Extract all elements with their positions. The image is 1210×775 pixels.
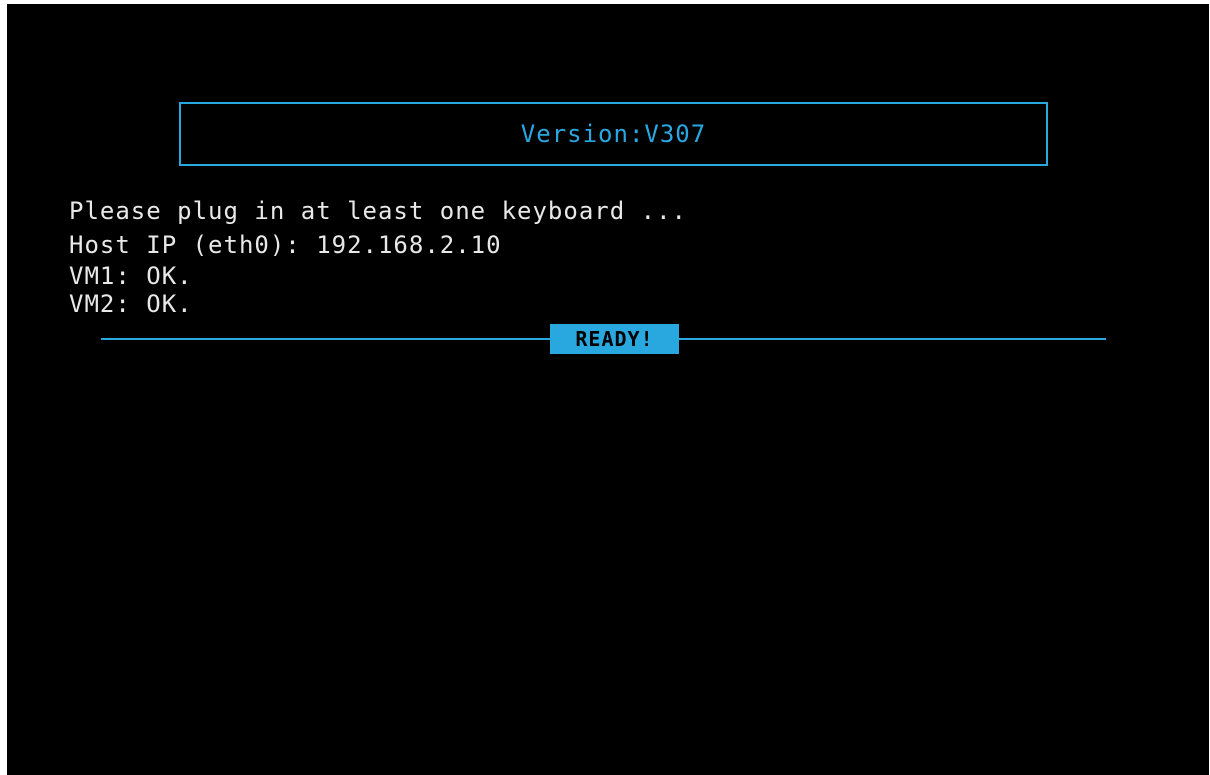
- keyboard-prompt-line: Please plug in at least one keyboard ...: [69, 197, 687, 225]
- vm2-status-line: VM2: OK.: [69, 290, 193, 318]
- boot-screen: Version:V307 Please plug in at least one…: [7, 4, 1209, 775]
- console-output: Please plug in at least one keyboard ...…: [69, 194, 687, 318]
- version-label: Version:V307: [520, 120, 707, 148]
- host-ip-line: Host IP (eth0): 192.168.2.10: [69, 231, 502, 259]
- vm1-status-line: VM1: OK.: [69, 262, 193, 290]
- ready-status-label: READY!: [575, 327, 654, 351]
- ready-status-badge: READY!: [550, 324, 679, 354]
- version-banner: Version:V307: [179, 102, 1048, 166]
